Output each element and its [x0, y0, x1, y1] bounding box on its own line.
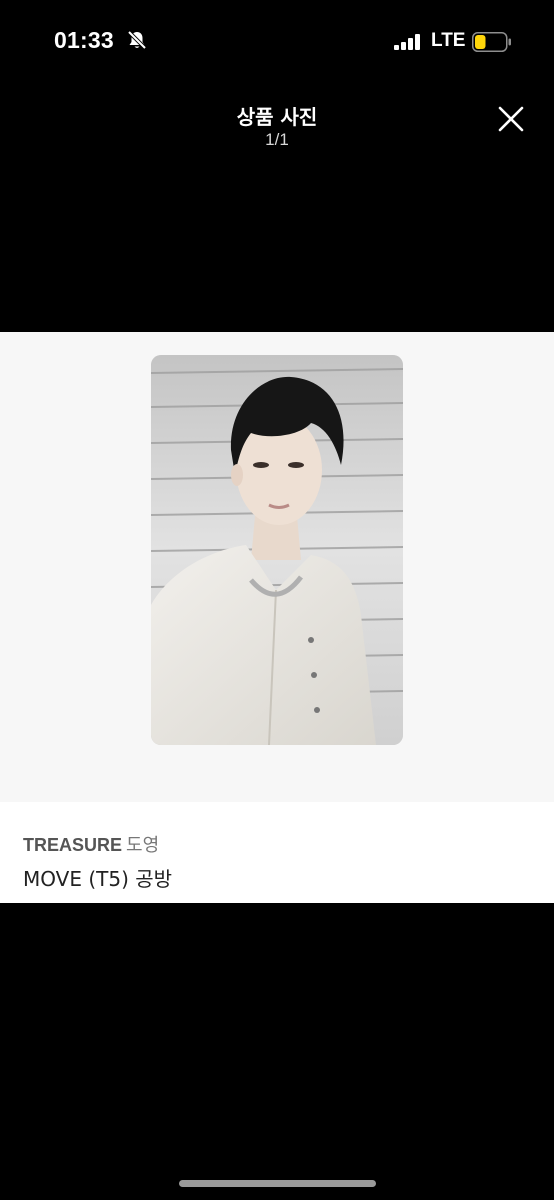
photo-viewer-screen: 01:33 LTE 상품 사진 1/1 TREASURE 도영 MOVE (T5…	[0, 0, 554, 1200]
image-counter: 1/1	[265, 130, 289, 149]
product-name: MOVE (T5) 공방	[23, 867, 173, 891]
photocard-illustration	[151, 355, 403, 745]
close-icon[interactable]	[494, 102, 528, 136]
photocard-image[interactable]	[151, 355, 403, 745]
battery-icon	[472, 32, 511, 52]
network-type: LTE	[431, 30, 466, 51]
image-viewer[interactable]	[0, 332, 554, 802]
home-indicator[interactable]	[179, 1180, 376, 1187]
product-artist: TREASURE 도영	[23, 831, 159, 857]
product-brand: TREASURE	[23, 835, 123, 855]
status-time: 01:33	[54, 27, 114, 53]
status-bar: 01:33 LTE	[0, 0, 554, 84]
cellular-signal-icon	[394, 34, 420, 50]
bell-slash-icon	[127, 30, 147, 50]
product-info: TREASURE 도영 MOVE (T5) 공방	[0, 802, 554, 903]
page-title: 상품 사진	[236, 105, 318, 129]
product-member: 도영	[126, 835, 160, 856]
